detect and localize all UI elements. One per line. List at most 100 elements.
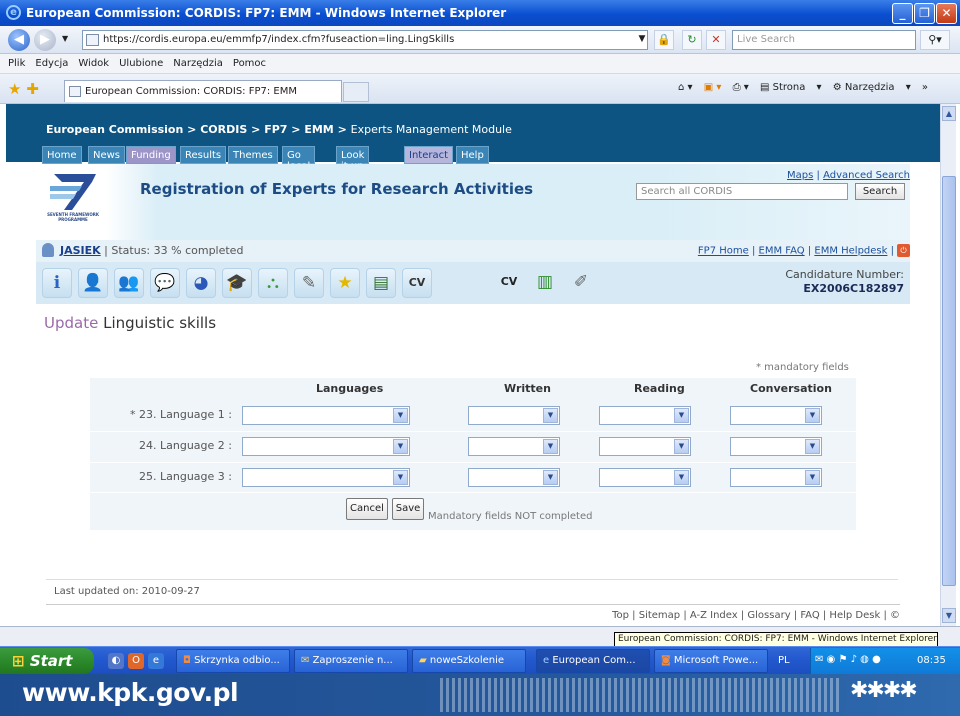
breadcrumb-ec[interactable]: European Commission — [46, 123, 183, 136]
forward-button[interactable]: ▶ — [34, 29, 56, 51]
logout-icon[interactable]: ⏻ — [897, 244, 910, 257]
nav-interact[interactable]: Interact — [404, 146, 454, 164]
feeds-icon[interactable]: ▣ ▾ — [704, 82, 722, 93]
chevron-down-icon[interactable]: ▼ — [543, 408, 558, 423]
taskbar-item-powerpoint[interactable]: ◙ Microsoft Powe... — [654, 649, 768, 673]
nav-news[interactable]: News — [88, 146, 126, 164]
contact-icon[interactable]: 👥 — [114, 268, 144, 298]
scroll-down-icon[interactable]: ▼ — [942, 608, 956, 623]
scroll-thumb[interactable] — [942, 176, 956, 586]
user-name-link[interactable]: JASIEK — [60, 244, 101, 257]
language-3-conversation-select[interactable]: ▼ — [730, 468, 822, 487]
close-button[interactable]: ✕ — [936, 3, 957, 24]
live-search-input[interactable]: Live Search — [732, 30, 916, 50]
language-2-written-select[interactable]: ▼ — [468, 437, 560, 456]
search-icon[interactable]: ⚲▾ — [920, 30, 950, 50]
taskbar-item-outlook[interactable]: ◘ Skrzynka odbio... — [176, 649, 290, 673]
chevron-down-icon[interactable]: ▼ — [805, 439, 820, 454]
scroll-up-icon[interactable]: ▲ — [942, 106, 956, 121]
language-2-reading-select[interactable]: ▼ — [599, 437, 691, 456]
chevron-down-icon[interactable]: ▼ — [674, 439, 689, 454]
chevron-down-icon[interactable]: ▼ — [393, 470, 408, 485]
chevron-down-icon[interactable]: ▼ — [805, 470, 820, 485]
menu-narzedzia[interactable]: Narzędzia — [173, 58, 223, 69]
address-dropdown-icon[interactable]: ▼ — [632, 30, 652, 50]
address-input[interactable]: https://cordis.europa.eu/emmfp7/index.cf… — [82, 30, 648, 50]
nav-funding[interactable]: Funding — [126, 146, 176, 164]
chevron-down-icon[interactable]: ▼ — [543, 470, 558, 485]
chevron-more-icon[interactable]: » — [922, 82, 928, 93]
nav-results[interactable]: Results — [180, 146, 227, 164]
new-tab-button[interactable] — [343, 82, 369, 102]
back-button[interactable]: ◀ — [8, 29, 30, 51]
maps-link[interactable]: Maps — [787, 170, 813, 181]
minimize-button[interactable]: _ — [892, 3, 913, 24]
language-indicator[interactable]: PL — [778, 655, 790, 666]
emm-faq-link[interactable]: EMM FAQ — [759, 246, 805, 257]
nav-home[interactable]: Home — [42, 146, 82, 164]
clock[interactable]: 08:35 — [917, 655, 946, 666]
stop-icon[interactable]: ✕ — [706, 30, 726, 50]
document-icon[interactable]: ▤ — [366, 268, 396, 298]
print-icon[interactable]: ⎙ ▾ — [733, 82, 749, 93]
home-icon[interactable]: ⌂ ▾ — [678, 82, 693, 93]
tools-menu[interactable]: ⚙ Narzędzia ▾ — [833, 82, 911, 93]
language-3-select[interactable]: ▼ — [242, 468, 410, 487]
cv-upload-icon[interactable]: CV — [402, 268, 432, 298]
language-3-written-select[interactable]: ▼ — [468, 468, 560, 487]
history-dropdown-icon[interactable]: ▼ — [62, 34, 68, 43]
language-1-reading-select[interactable]: ▼ — [599, 406, 691, 425]
language-2-conversation-select[interactable]: ▼ — [730, 437, 822, 456]
breadcrumb-cordis[interactable]: CORDIS — [200, 123, 247, 136]
star-icon[interactable]: ★ — [330, 268, 360, 298]
chevron-down-icon[interactable]: ▼ — [805, 408, 820, 423]
nav-look-it-up[interactable]: Look it up — [336, 146, 370, 172]
menu-pomoc[interactable]: Pomoc — [233, 58, 266, 69]
site-footer-links[interactable]: Top | Sitemap | A-Z Index | Glossary | F… — [46, 604, 900, 626]
breadcrumb-emm[interactable]: EMM — [304, 123, 333, 136]
expertise-icon[interactable]: ◕ — [186, 268, 216, 298]
maximize-button[interactable]: ❐ — [914, 3, 935, 24]
save-button[interactable]: Save — [392, 498, 424, 520]
start-button[interactable]: ⊞ Start — [0, 648, 94, 674]
education-icon[interactable]: 🎓 — [222, 268, 252, 298]
vertical-scrollbar[interactable]: ▲ ▼ — [940, 104, 956, 626]
chevron-down-icon[interactable]: ▼ — [674, 408, 689, 423]
page-menu[interactable]: ▤ Strona ▾ — [760, 82, 822, 93]
language-1-written-select[interactable]: ▼ — [468, 406, 560, 425]
language-1-conversation-select[interactable]: ▼ — [730, 406, 822, 425]
breadcrumb-fp7[interactable]: FP7 — [264, 123, 287, 136]
taskbar-item-mail[interactable]: ✉ Zaproszenie n... — [294, 649, 408, 673]
menu-widok[interactable]: Widok — [78, 58, 109, 69]
browser-tab[interactable]: European Commission: CORDIS: FP7: EMM — [64, 80, 342, 102]
chevron-down-icon[interactable]: ▼ — [393, 408, 408, 423]
chevron-down-icon[interactable]: ▼ — [393, 439, 408, 454]
chevron-down-icon[interactable]: ▼ — [674, 470, 689, 485]
menu-ulubione[interactable]: Ulubione — [119, 58, 163, 69]
personal-data-icon[interactable]: 👤 — [78, 268, 108, 298]
organisation-icon[interactable]: ⛬ — [258, 268, 288, 298]
menu-edycja[interactable]: Edycja — [35, 58, 68, 69]
quicklaunch-icon[interactable]: ◐ — [108, 653, 124, 669]
advanced-search-link[interactable]: Advanced Search — [823, 170, 910, 181]
cancel-button[interactable]: Cancel — [346, 498, 388, 520]
nav-themes[interactable]: Themes — [228, 146, 278, 164]
search-button[interactable]: Search — [855, 183, 905, 200]
cordis-search-input[interactable]: Search all CORDIS — [636, 183, 848, 200]
nav-help[interactable]: Help — [456, 146, 489, 164]
outlook-icon[interactable]: O — [128, 653, 144, 669]
pages-icon[interactable]: ▥ — [530, 268, 560, 298]
languages-icon[interactable]: 💬 — [150, 268, 180, 298]
nav-go-local[interactable]: Go local — [282, 146, 316, 172]
language-3-reading-select[interactable]: ▼ — [599, 468, 691, 487]
cv-view-icon[interactable]: CV — [494, 268, 524, 298]
experience-icon[interactable]: ✎ — [294, 268, 324, 298]
ie-quicklaunch-icon[interactable]: e — [148, 653, 164, 669]
language-1-select[interactable]: ▼ — [242, 406, 410, 425]
favorites-star-icon[interactable]: ★ ✚ — [8, 80, 39, 98]
lock-icon[interactable]: 🔒 — [654, 30, 674, 50]
menu-plik[interactable]: Plik — [8, 58, 25, 69]
fp7-home-link[interactable]: FP7 Home — [698, 246, 749, 257]
info-icon[interactable]: ℹ — [42, 268, 72, 298]
tray-icons[interactable]: ✉ ◉ ⚑ ♪ ◍ ● — [815, 654, 881, 665]
